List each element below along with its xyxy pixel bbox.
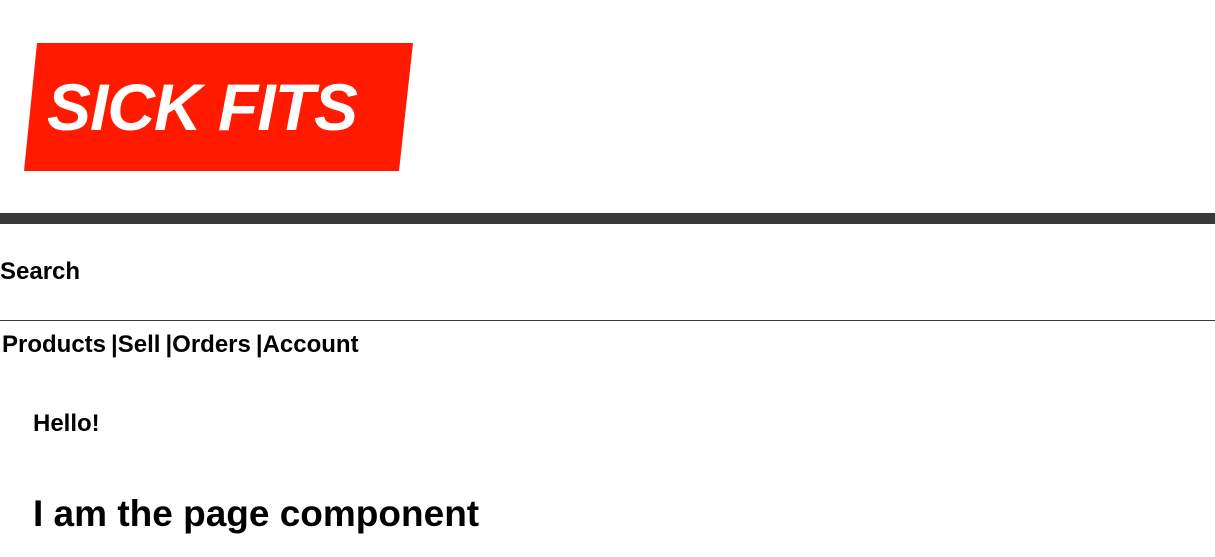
main-nav: Products | Sell | Orders | Account	[2, 330, 359, 360]
sub-bar-divider	[0, 320, 1215, 321]
nav-link-orders[interactable]: Orders	[172, 330, 251, 360]
nav-link-products[interactable]: Products	[2, 330, 106, 360]
nav-link-sell[interactable]: Sell	[118, 330, 161, 360]
logo-text: SICK FITS	[47, 70, 358, 144]
nav-separator: |	[255, 331, 263, 358]
nav-separator: |	[165, 331, 173, 358]
search-label[interactable]: Search	[0, 257, 80, 287]
nav-link-account[interactable]: Account	[263, 330, 359, 360]
logo-link[interactable]: SICK FITS	[24, 43, 413, 171]
greeting-text: Hello!	[33, 410, 100, 437]
page-title: I am the page component	[33, 493, 480, 534]
nav-separator: |	[111, 331, 118, 358]
site-header: SICK FITS	[0, 0, 1215, 224]
header-divider	[0, 213, 1215, 224]
